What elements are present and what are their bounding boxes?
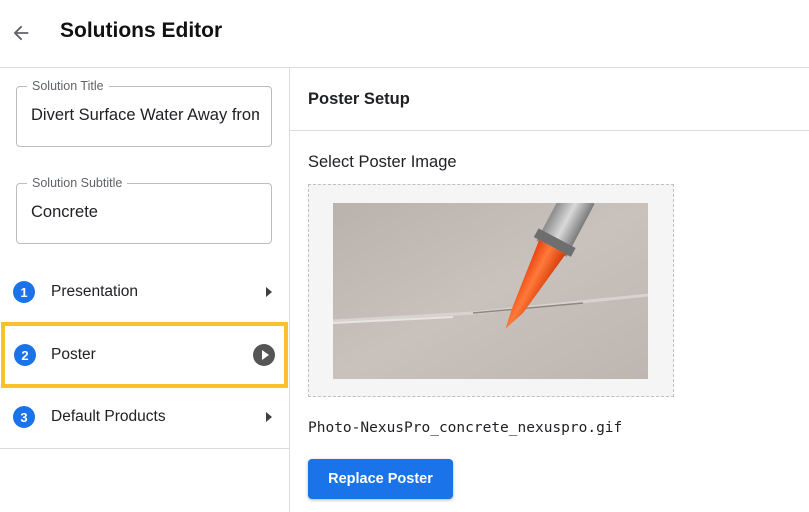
solution-subtitle-field[interactable]: Solution Subtitle xyxy=(16,176,272,244)
step-label: Default Products xyxy=(51,408,166,425)
solution-subtitle-label: Solution Subtitle xyxy=(27,176,128,190)
solution-title-field[interactable]: Solution Title xyxy=(16,79,272,147)
sidebar: Solution Title Solution Subtitle 1 Prese… xyxy=(0,68,290,512)
chevron-right-icon xyxy=(266,412,272,422)
poster-filename: Photo-NexusPro_concrete_nexuspro.gif xyxy=(308,420,623,436)
poster-image-dropzone[interactable] xyxy=(308,184,674,397)
select-poster-label: Select Poster Image xyxy=(308,153,457,171)
poster-image xyxy=(333,203,648,379)
section-header: Poster Setup xyxy=(290,68,809,131)
step-poster[interactable]: 2 Poster xyxy=(1,322,288,388)
section-title: Poster Setup xyxy=(308,90,410,108)
solution-title-input[interactable] xyxy=(31,106,259,125)
solution-subtitle-input[interactable] xyxy=(31,203,259,222)
sidebar-divider xyxy=(0,448,289,449)
step-label: Poster xyxy=(51,346,96,363)
top-app-bar: Solutions Editor xyxy=(0,0,809,68)
step-number-badge: 2 xyxy=(14,344,36,366)
play-circle-icon[interactable] xyxy=(253,344,275,366)
step-number-badge: 3 xyxy=(13,406,35,428)
main-panel: Poster Setup Select Poster Image Photo-N… xyxy=(290,68,809,512)
chevron-right-icon xyxy=(266,287,272,297)
step-label: Presentation xyxy=(51,283,139,300)
solution-title-label: Solution Title xyxy=(27,79,109,93)
step-number-badge: 1 xyxy=(13,281,35,303)
step-default-products[interactable]: 3 Default Products xyxy=(0,386,289,448)
page-title: Solutions Editor xyxy=(60,19,223,42)
back-arrow-icon[interactable] xyxy=(8,20,34,46)
replace-poster-button[interactable]: Replace Poster xyxy=(308,459,453,499)
step-presentation[interactable]: 1 Presentation xyxy=(0,261,289,323)
